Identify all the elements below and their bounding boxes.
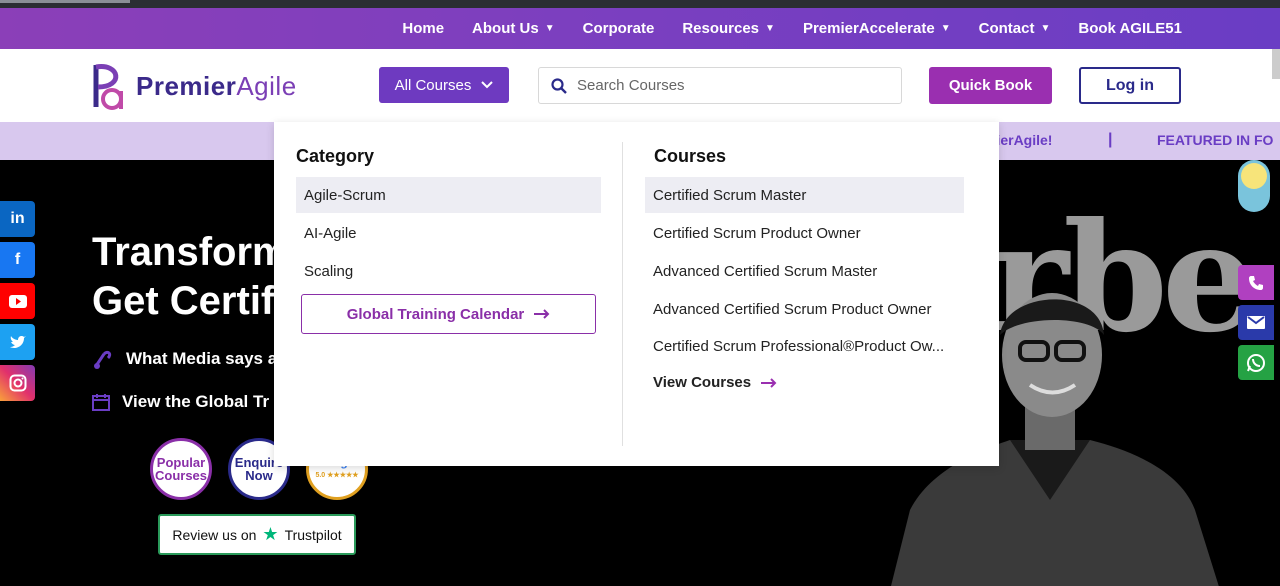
category-heading: Category bbox=[296, 146, 375, 166]
nav-about-us[interactable]: About Us ▼ bbox=[472, 20, 555, 37]
all-courses-dropdown: Category Agile-Scrum AI-Agile Scaling Gl… bbox=[274, 122, 999, 466]
nav-label: Corporate bbox=[582, 20, 655, 37]
logo-mark-icon bbox=[93, 64, 123, 110]
sun-icon bbox=[1241, 163, 1267, 189]
trustpilot-star-icon: ★ bbox=[262, 524, 279, 544]
chevron-down-icon: ▼ bbox=[940, 23, 951, 34]
calendar-link-text: View the Global Tr bbox=[122, 392, 270, 411]
browser-top-strip bbox=[0, 0, 1280, 8]
facebook-icon[interactable]: f bbox=[0, 242, 35, 278]
youtube-icon[interactable] bbox=[0, 283, 35, 319]
hero-title-line: Transform bbox=[92, 230, 288, 274]
chevron-down-icon bbox=[481, 81, 494, 89]
instagram-icon[interactable] bbox=[0, 365, 35, 401]
phone-icon[interactable] bbox=[1238, 265, 1274, 300]
site-logo[interactable]: PremierAgile bbox=[90, 61, 297, 111]
trustpilot-prefix: Review us on bbox=[172, 526, 257, 543]
trustpilot-brand: Trustpilot bbox=[284, 526, 342, 543]
nav-book-agile51[interactable]: Book AGILE51 bbox=[1078, 20, 1182, 37]
search-box[interactable] bbox=[538, 67, 902, 104]
hero-title-line: Get Certif bbox=[92, 279, 275, 323]
twitter-icon[interactable] bbox=[0, 324, 35, 360]
search-input[interactable] bbox=[577, 77, 877, 94]
whatsapp-icon[interactable] bbox=[1238, 345, 1274, 380]
ticker-separator: | bbox=[1108, 131, 1113, 148]
nav-label: PremierAccelerate bbox=[802, 20, 935, 37]
login-button[interactable]: Log in bbox=[1079, 67, 1181, 104]
category-ai-agile[interactable]: AI-Agile bbox=[296, 215, 601, 251]
all-courses-button[interactable]: All Courses bbox=[379, 67, 509, 103]
nav-premieraccelerate[interactable]: PremierAccelerate ▼ bbox=[803, 20, 951, 37]
progress-indicator bbox=[0, 0, 130, 3]
arrow-right-icon bbox=[761, 377, 777, 388]
hero-title: Transform Get Certif bbox=[92, 228, 288, 326]
popular-courses-badge[interactable]: Popular Courses bbox=[150, 438, 212, 500]
courses-heading: Courses bbox=[654, 146, 727, 166]
site-header: PremierAgile All Courses Quick Book Log … bbox=[0, 49, 1280, 122]
search-icon bbox=[551, 77, 567, 94]
category-label: AI-Agile bbox=[304, 224, 357, 242]
nav-label: About Us bbox=[472, 20, 539, 37]
course-item[interactable]: Advanced Certified Scrum Product Owner bbox=[645, 291, 964, 327]
theme-toggle[interactable] bbox=[1238, 160, 1270, 212]
quick-book-button[interactable]: Quick Book bbox=[929, 67, 1052, 104]
media-icon bbox=[94, 350, 112, 369]
course-label: Advanced Certified Scrum Product Owner bbox=[653, 300, 932, 318]
dropdown-divider bbox=[622, 142, 623, 446]
view-courses-link[interactable]: View Courses bbox=[653, 374, 777, 391]
chevron-down-icon: ▼ bbox=[544, 23, 555, 34]
category-scaling[interactable]: Scaling bbox=[296, 253, 601, 289]
course-label: Certified Scrum Product Owner bbox=[653, 224, 861, 242]
all-courses-label: All Courses bbox=[394, 76, 472, 94]
chevron-down-icon: ▼ bbox=[1040, 23, 1051, 34]
nav-label: Resources bbox=[682, 20, 760, 37]
nav-label: Home bbox=[402, 20, 445, 37]
global-training-calendar-button[interactable]: Global Training Calendar bbox=[301, 294, 596, 334]
page-scrollbar[interactable] bbox=[1272, 49, 1280, 79]
trustpilot-review-button[interactable]: Review us on ★ Trustpilot bbox=[158, 514, 356, 555]
logo-text-premier: Premier bbox=[136, 70, 237, 101]
course-item[interactable]: Certified Scrum Product Owner bbox=[645, 215, 964, 251]
course-item[interactable]: Certified Scrum Professional®Product Ow.… bbox=[645, 328, 964, 364]
ticker-text-featured: FEATURED IN FO bbox=[1157, 132, 1274, 148]
course-label: Certified Scrum Master bbox=[653, 186, 807, 204]
contact-floating-buttons bbox=[1238, 265, 1274, 380]
badge-label: Popular Courses bbox=[154, 455, 208, 483]
top-navigation: Home About Us ▼ Corporate Resources ▼ Prem… bbox=[0, 8, 1280, 49]
global-calendar-link[interactable]: View the Global Tr bbox=[92, 392, 269, 412]
nav-resources[interactable]: Resources ▼ bbox=[682, 20, 775, 37]
media-link[interactable]: What Media says a bbox=[92, 348, 277, 370]
course-item[interactable]: Certified Scrum Master bbox=[645, 177, 964, 213]
nav-label: Book AGILE51 bbox=[1078, 20, 1182, 37]
view-courses-label: View Courses bbox=[653, 374, 752, 391]
email-icon[interactable] bbox=[1238, 305, 1274, 340]
nav-contact[interactable]: Contact ▼ bbox=[979, 20, 1051, 37]
category-label: Agile-Scrum bbox=[304, 186, 386, 204]
logo-text-agile: Agile bbox=[236, 70, 297, 101]
chevron-down-icon: ▼ bbox=[765, 23, 775, 34]
nav-home[interactable]: Home bbox=[402, 20, 444, 37]
global-calendar-label: Global Training Calendar bbox=[346, 305, 525, 323]
category-label: Scaling bbox=[304, 262, 354, 280]
arrow-right-icon bbox=[534, 309, 550, 319]
google-rating: 5.0 ★★★★★ bbox=[315, 472, 359, 479]
logo-text: PremierAgile bbox=[136, 71, 297, 102]
course-label: Certified Scrum Professional®Product Ow.… bbox=[653, 337, 945, 355]
linkedin-icon[interactable]: in bbox=[0, 201, 35, 237]
nav-corporate[interactable]: Corporate bbox=[583, 20, 655, 37]
course-item[interactable]: Advanced Certified Scrum Master bbox=[645, 253, 964, 289]
media-link-text: What Media says a bbox=[126, 349, 278, 368]
calendar-icon bbox=[92, 394, 110, 411]
course-label: Advanced Certified Scrum Master bbox=[653, 262, 878, 280]
social-links: in f bbox=[0, 201, 35, 401]
nav-label: Contact bbox=[978, 20, 1035, 37]
category-agile-scrum[interactable]: Agile-Scrum bbox=[296, 177, 601, 213]
